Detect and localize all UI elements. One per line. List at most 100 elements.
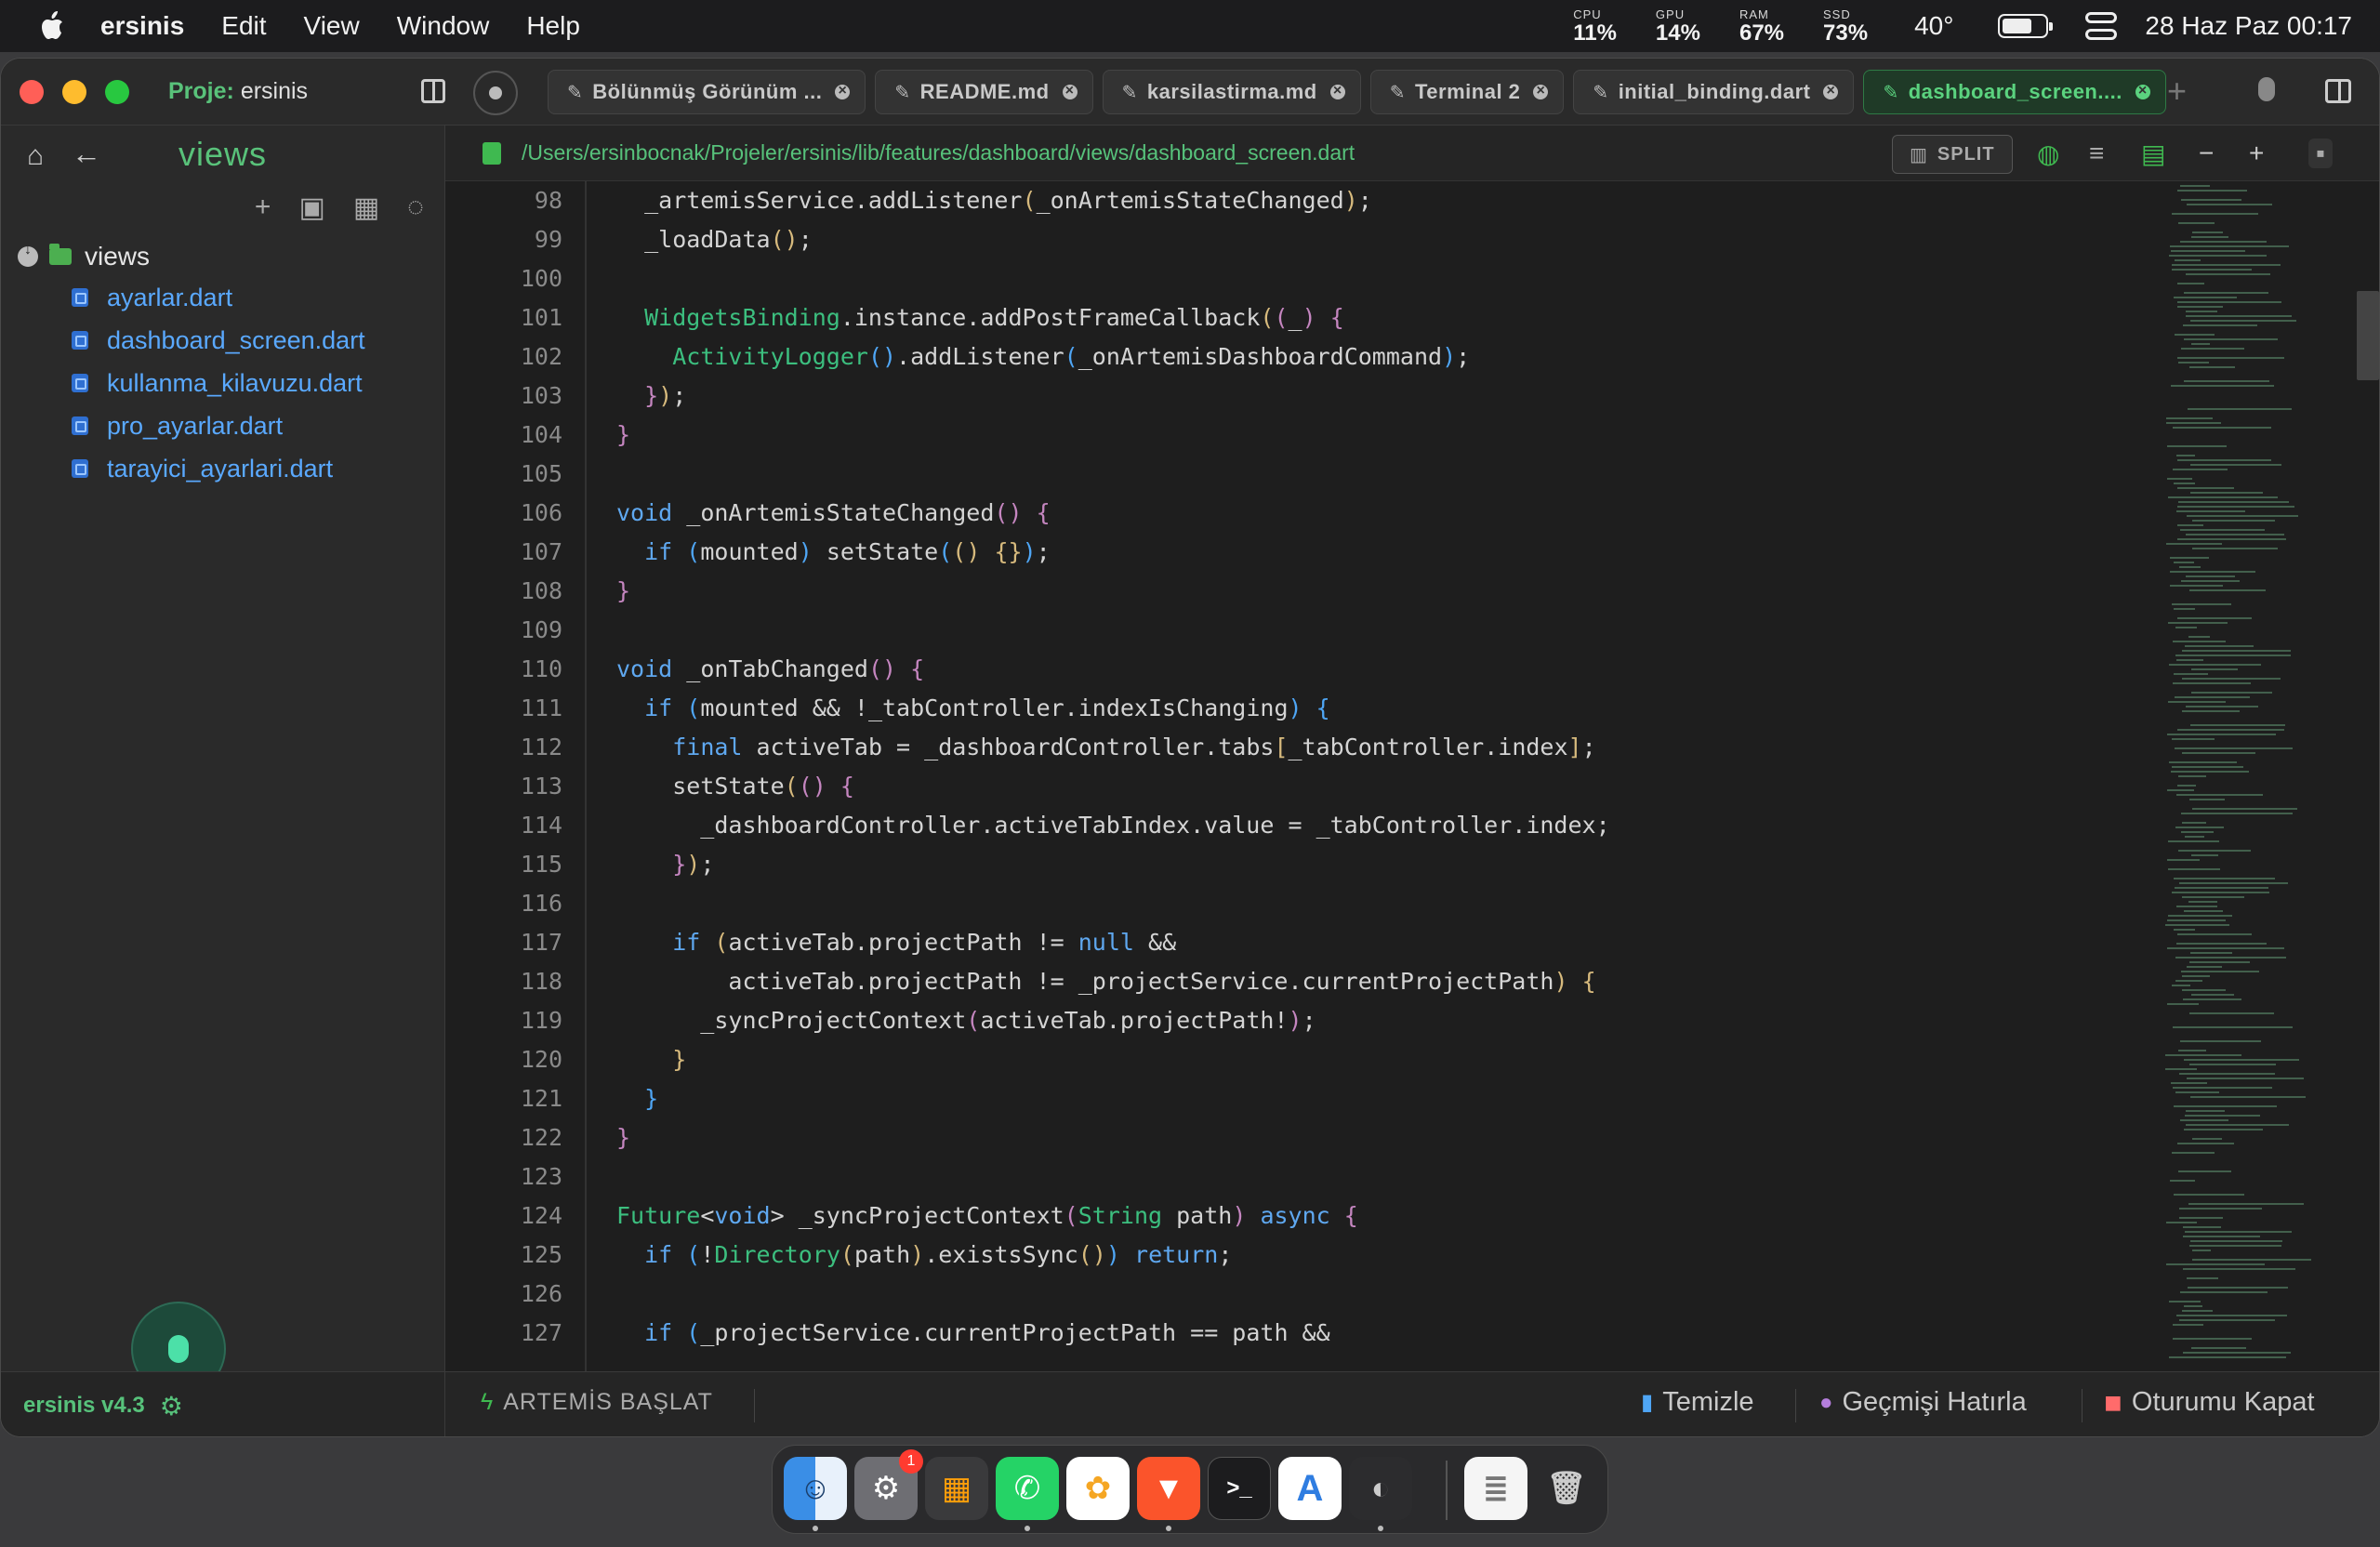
gpu-stat[interactable]: GPU 14% <box>1656 8 1700 45</box>
minimap-line <box>2175 826 2224 828</box>
minimap-line <box>2175 957 2286 959</box>
new-tab-button[interactable]: + <box>2167 72 2187 111</box>
brave-icon[interactable]: ▼ <box>1137 1457 1200 1520</box>
whatsapp-icon[interactable]: ✆ <box>996 1457 1059 1520</box>
version-area: ersinis v4.3 ⚙ <box>1 1372 445 1436</box>
battery-icon[interactable] <box>1998 14 2054 38</box>
tree-folder-views[interactable]: views <box>1 237 444 276</box>
zoom-out-icon[interactable]: − <box>2199 139 2214 168</box>
minimap-line <box>2177 933 2252 935</box>
new-file-icon[interactable]: + <box>255 192 271 223</box>
minimap-line <box>2174 483 2195 484</box>
minimize-window-button[interactable] <box>62 79 86 104</box>
minimap-line <box>2178 850 2251 852</box>
minimap-line <box>2192 1259 2311 1261</box>
minimap-line <box>2172 766 2243 768</box>
minimap-line <box>2179 1073 2275 1075</box>
menubar-clock[interactable]: 28 Haz Paz 00:17 <box>2145 11 2352 41</box>
tab-label: karsilastirma.md <box>1146 80 1317 103</box>
minimap-line <box>2165 1054 2241 1056</box>
finder-icon[interactable]: ☺ <box>784 1457 847 1520</box>
sidebar-header: ⌂ ← views <box>1 126 444 181</box>
file-kullanma-kilavuzu[interactable]: kullanma_kilavuzu.dart <box>1 362 444 404</box>
word-wrap-icon[interactable]: ≡ <box>2089 139 2104 168</box>
textedit-icon[interactable]: ≣ <box>1464 1457 1527 1520</box>
close-window-button[interactable] <box>20 79 44 104</box>
ram-stat[interactable]: RAM 67% <box>1739 8 1784 45</box>
sidebar-toggle-icon[interactable] <box>421 79 445 103</box>
menu-view[interactable]: View <box>304 11 360 41</box>
recall-history-button[interactable]: ● Geçmişi Hatırla <box>1819 1387 2027 1418</box>
tab-terminal-2[interactable]: ✎ Terminal 2 <box>1369 70 1565 114</box>
tab-initial-binding[interactable]: ✎ initial_binding.dart <box>1573 70 1855 114</box>
close-tab-icon[interactable] <box>2135 81 2150 101</box>
menu-edit[interactable]: Edit <box>221 11 266 41</box>
scrollbar-thumb[interactable] <box>2357 291 2379 380</box>
cpu-stat[interactable]: CPU 11% <box>1573 8 1617 45</box>
gear-icon[interactable]: ⚙ <box>160 1391 183 1421</box>
microphone-icon[interactable] <box>2258 77 2275 101</box>
photos-icon[interactable]: ✿ <box>1066 1457 1130 1520</box>
minimap-line <box>2173 1338 2252 1340</box>
menu-app-name[interactable]: ersinis <box>100 11 184 41</box>
minimap-line <box>2169 761 2237 763</box>
file-ayarlar[interactable]: ayarlar.dart <box>1 276 444 319</box>
clear-button[interactable]: ▮ Temizle <box>1641 1387 1754 1418</box>
minimap[interactable] <box>2162 181 2366 1371</box>
file-path[interactable]: /Users/ersinbocnak/Projeler/ersinis/lib/… <box>522 140 1355 165</box>
code-line: } <box>616 421 631 448</box>
code-editor[interactable]: 98 99 100 101 102 103 104 105 106 107 108 109 110 111… <box>445 181 2162 1371</box>
grid-view-icon[interactable]: ▦ <box>353 192 379 224</box>
right-panel-toggle-icon[interactable] <box>2325 79 2351 103</box>
minimap-toggle-icon[interactable]: ▤ <box>2141 139 2165 169</box>
artemis-icon[interactable]: A <box>1278 1457 1342 1520</box>
line-number: 98 <box>534 187 562 214</box>
control-center-icon[interactable] <box>2085 12 2118 40</box>
tab-label: dashboard_screen.... <box>1908 80 2122 103</box>
split-button[interactable]: ▥ SPLIT <box>1892 135 2013 174</box>
temperature-readout[interactable]: 40° <box>1914 11 1953 41</box>
minimap-line <box>2190 464 2281 466</box>
close-tab-icon[interactable] <box>835 81 851 101</box>
close-tab-icon[interactable] <box>1062 81 1078 101</box>
minimap-line <box>2191 668 2238 670</box>
record-button[interactable] <box>473 71 518 115</box>
minimap-line <box>2172 213 2258 215</box>
minimap-line <box>2186 311 2217 312</box>
close-tab-icon[interactable] <box>1533 81 1549 101</box>
preview-icon[interactable]: ◐ <box>1349 1457 1412 1520</box>
tab-split-view[interactable]: ✎ Bölünmüş Görünüm ... <box>548 70 866 114</box>
close-tab-icon[interactable] <box>1329 81 1345 101</box>
minimap-line <box>2186 1110 2225 1112</box>
new-folder-icon[interactable]: ▣ <box>298 192 324 224</box>
minimap-line <box>2177 357 2284 359</box>
minimap-line <box>2167 947 2284 949</box>
apple-icon[interactable] <box>37 10 65 42</box>
line-number: 120 <box>520 1046 562 1073</box>
collapse-chevron-icon[interactable] <box>18 242 38 267</box>
terminal-icon[interactable]: >_ <box>1208 1457 1271 1520</box>
palette-icon[interactable]: ◍ <box>2037 139 2059 169</box>
trash-icon[interactable]: 🗑 <box>1535 1457 1598 1520</box>
minimap-line <box>2184 1129 2263 1130</box>
artemis-start-button[interactable]: ϟ ARTEMİS BAŞLAT <box>481 1389 713 1416</box>
tab-readme[interactable]: ✎ README.md <box>875 70 1093 114</box>
menu-window[interactable]: Window <box>397 11 490 41</box>
tab-karsilastirma[interactable]: ✎ karsilastirma.md <box>1102 70 1361 114</box>
save-icon[interactable]: ▪ <box>2308 139 2333 168</box>
zoom-window-button[interactable] <box>105 79 129 104</box>
zoom-in-icon[interactable]: + <box>2249 139 2264 168</box>
close-tab-icon[interactable] <box>1823 81 1839 101</box>
menu-help[interactable]: Help <box>526 11 580 41</box>
line-number: 121 <box>520 1085 562 1112</box>
launchpad-icon[interactable]: ▦ <box>925 1457 988 1520</box>
hide-icon[interactable]: ◌ <box>407 192 424 223</box>
ssd-stat[interactable]: SSD 73% <box>1823 8 1868 45</box>
logout-button[interactable]: ◼ Oturumu Kapat <box>2104 1387 2315 1418</box>
line-number: 103 <box>520 382 562 409</box>
line-number: 124 <box>520 1202 562 1229</box>
file-dashboard-screen[interactable]: dashboard_screen.dart <box>1 319 444 362</box>
file-tarayici-ayarlari[interactable]: tarayici_ayarlari.dart <box>1 447 444 490</box>
file-pro-ayarlar[interactable]: pro_ayarlar.dart <box>1 404 444 447</box>
tab-dashboard-screen[interactable]: ✎ dashboard_screen.... <box>1863 70 2166 114</box>
